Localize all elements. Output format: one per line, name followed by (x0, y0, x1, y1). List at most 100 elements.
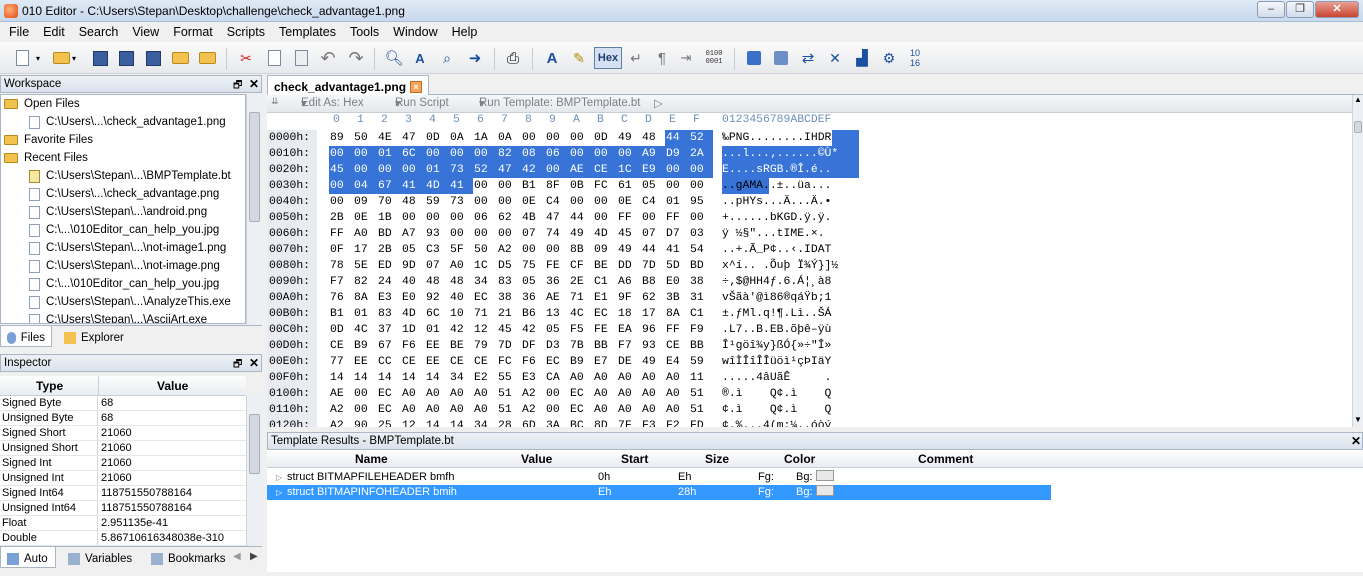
hex-byte[interactable]: A0 (449, 258, 473, 274)
hex-byte[interactable]: 77 (329, 354, 353, 370)
ascii-text[interactable]: ÿ ½§"...tIME.×. (722, 226, 859, 242)
hex-byte[interactable]: 40 (449, 290, 473, 306)
recent-files-node[interactable]: Recent Files (1, 149, 245, 167)
ascii-text[interactable]: ..gAMA..±..üa... (722, 178, 859, 194)
hex-byte[interactable]: 2E (569, 274, 593, 290)
ascii-text[interactable]: .L7..B.EB.õþê–ÿù (722, 322, 859, 338)
hex-byte[interactable]: 4C (569, 306, 593, 322)
list-item[interactable]: C:\Users\...\check_advantage.png (1, 185, 245, 203)
hex-byte[interactable]: A0 (665, 370, 689, 386)
hex-editor[interactable]: 0 1 2 3 4 5 6 7 8 9 A B C D E F 0123456789ABCDEF 0000h: 8… (267, 113, 1352, 427)
table-row[interactable]: Unsigned Byte 68 (0, 411, 246, 426)
font-icon[interactable]: A (542, 48, 562, 68)
hex-byte[interactable]: 82 (497, 146, 521, 162)
hex-byte[interactable]: FD (689, 418, 713, 427)
template-icon[interactable]: ⚙ (879, 48, 899, 68)
hex-byte[interactable]: 6D (521, 418, 545, 427)
hex-byte[interactable]: C4 (641, 194, 665, 210)
hex-byte[interactable]: 93 (641, 338, 665, 354)
close-icon[interactable]: ✕ (249, 77, 259, 91)
hex-byte[interactable]: 00 (329, 178, 353, 194)
hex-row[interactable]: 0110h: A2 00 EC A0 A0 A0 A0 51 A2 00 EC A0 A0 A0 A0 51 ¢.… (267, 402, 1352, 418)
maximize-button[interactable]: ❐ (1286, 1, 1314, 18)
list-item[interactable]: C:\Users\Stepan\...\AsciiArt.exe (1, 311, 245, 323)
hex-byte[interactable]: 42 (521, 162, 545, 178)
hex-byte[interactable]: 00 (569, 130, 593, 146)
hex-byte[interactable]: 92 (425, 290, 449, 306)
hex-row[interactable]: 0080h: 78 5E ED 9D 07 A0 1C D5 75 FE CF BE DD 7D 5D BD x^… (267, 258, 1352, 274)
hex-byte[interactable]: 6C (425, 306, 449, 322)
hex-byte[interactable]: DE (617, 354, 641, 370)
bg-color-swatch[interactable] (816, 485, 834, 496)
menu-window[interactable]: Window (386, 22, 444, 42)
column-header-comment[interactable]: Comment (918, 452, 973, 466)
hex-byte[interactable]: 00 (425, 146, 449, 162)
hex-byte[interactable]: FF (617, 210, 641, 226)
tab-check-advantage1[interactable]: check_advantage1.png × (267, 75, 430, 95)
hex-byte[interactable]: 17 (641, 306, 665, 322)
hex-byte[interactable]: AE (545, 290, 569, 306)
hex-byte[interactable]: A0 (449, 386, 473, 402)
hex-byte[interactable]: 40 (401, 274, 425, 290)
hex-byte[interactable]: 49 (617, 242, 641, 258)
hex-byte[interactable]: C1 (689, 306, 713, 322)
sync-icon[interactable]: ⇄ (798, 48, 818, 68)
column-header-name[interactable]: Name (355, 452, 388, 466)
scrollbar-thumb[interactable] (249, 414, 260, 474)
hex-byte[interactable]: 07 (521, 226, 545, 242)
hex-toggle-button[interactable]: Hex (594, 47, 622, 69)
hex-byte[interactable]: 71 (569, 290, 593, 306)
table-row[interactable]: ▷ struct BITMAPINFOHEADER bmih Eh 28h Fg… (267, 485, 1051, 500)
edit-as-dropdown[interactable]: Edit As: Hex ▾ (301, 96, 364, 110)
hex-byte[interactable]: 61 (617, 178, 641, 194)
hex-byte[interactable]: A0 (593, 402, 617, 418)
hex-byte[interactable]: 5E (353, 258, 377, 274)
tab-files[interactable]: Files (0, 326, 52, 347)
hex-byte[interactable]: 37 (377, 322, 401, 338)
hex-byte[interactable]: F7 (329, 274, 353, 290)
paste-icon[interactable] (291, 48, 311, 68)
hex-byte[interactable]: 67 (377, 178, 401, 194)
hex-byte[interactable]: 28 (497, 418, 521, 427)
hex-byte[interactable]: A0 (569, 370, 593, 386)
hex-row[interactable]: 00D0h: CE B9 67 F6 EE BE 79 7D DF D3 7B BB F7 93 CE BB Î¹… (267, 338, 1352, 354)
hex-byte[interactable]: A0 (425, 402, 449, 418)
hex-byte[interactable]: FF (329, 226, 353, 242)
hex-byte[interactable]: EC (569, 402, 593, 418)
hex-byte[interactable]: 2B (377, 242, 401, 258)
hex-byte[interactable]: A2 (329, 402, 353, 418)
hex-byte[interactable]: BD (377, 226, 401, 242)
ascii-text[interactable]: ...l...‚......©Ù* (722, 146, 859, 162)
hex-byte[interactable]: 05 (641, 178, 665, 194)
hex-byte[interactable]: 4E (377, 130, 401, 146)
hex-byte[interactable]: 96 (641, 322, 665, 338)
hex-byte[interactable]: A0 (353, 226, 377, 242)
hex-byte[interactable]: 00 (593, 210, 617, 226)
hex-row[interactable]: 0070h: 0F 17 2B 05 C3 5F 50 A2 00 00 8B 09 49 44 41 54..… (267, 242, 1352, 258)
hex-byte[interactable]: 78 (329, 258, 353, 274)
hex-byte[interactable]: CF (569, 258, 593, 274)
hex-byte[interactable]: FE (593, 322, 617, 338)
hex-byte[interactable]: 00 (473, 194, 497, 210)
hex-byte[interactable]: 14 (377, 370, 401, 386)
hex-byte[interactable]: 00 (329, 194, 353, 210)
hex-byte[interactable]: 0E (521, 194, 545, 210)
hex-byte[interactable]: 01 (425, 162, 449, 178)
hex-byte[interactable]: 1C (617, 162, 641, 178)
hex-byte[interactable]: 00 (569, 194, 593, 210)
scrollbar-thumb[interactable] (249, 112, 260, 222)
hex-byte[interactable]: E0 (665, 274, 689, 290)
column-header-value[interactable]: Value (157, 379, 188, 393)
ascii-text[interactable]: ¢.ì Q¢.ì Q (722, 402, 859, 418)
float-icon[interactable]: 🗗︎ (233, 357, 242, 374)
menu-view[interactable]: View (125, 22, 166, 42)
hex-byte[interactable]: 03 (689, 226, 713, 242)
hex-byte[interactable]: 2A (689, 146, 713, 162)
hex-row[interactable]: 00A0h: 76 8A E3 E0 92 40 EC 38 36 AE 71 E1 9F 62 3B 31 vŠ… (267, 290, 1352, 306)
hex-byte[interactable]: 34 (473, 418, 497, 427)
hex-byte[interactable]: 00 (617, 146, 641, 162)
hex-byte[interactable]: 00 (545, 402, 569, 418)
table-row[interactable]: Signed Byte 68 (0, 396, 246, 411)
hex-byte[interactable]: 0F (329, 242, 353, 258)
hex-byte[interactable]: 0D (329, 322, 353, 338)
